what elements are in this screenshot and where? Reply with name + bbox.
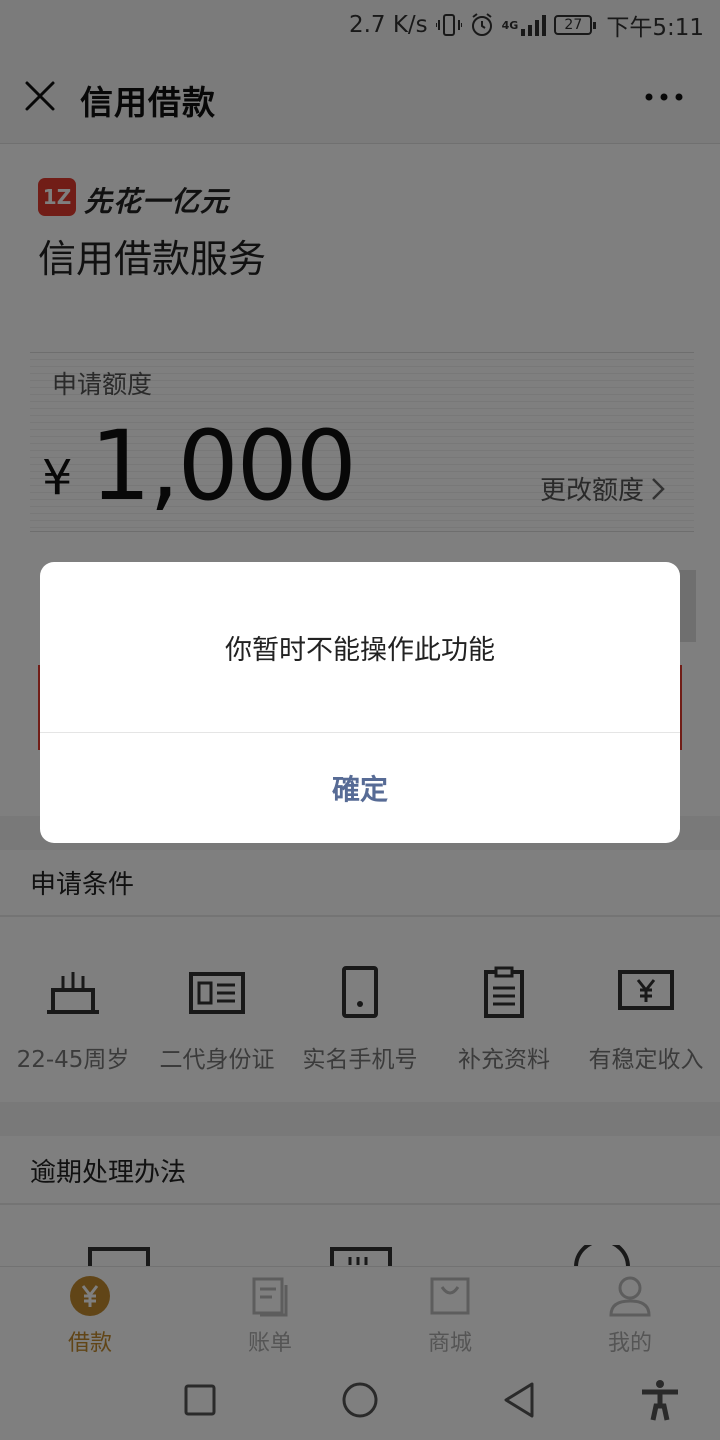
confirm-button[interactable]: 確定 [40,733,680,843]
dialog-message: 你暂时不能操作此功能 [225,634,495,666]
alert-dialog: 你暂时不能操作此功能 確定 [40,562,680,843]
